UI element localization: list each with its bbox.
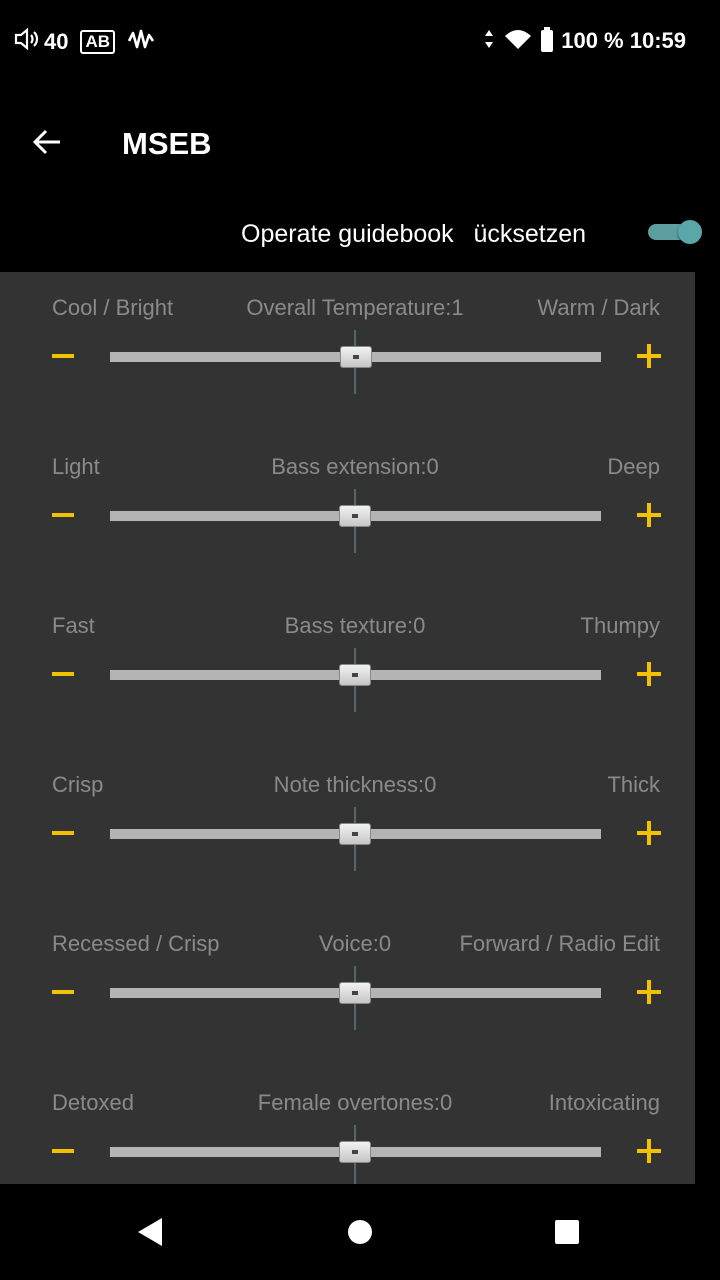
slider-list: Cool / Bright Overall Temperature:1 Warm… xyxy=(0,272,695,1184)
status-right: 4 100 % 10:59 xyxy=(483,27,686,55)
system-nav-bar xyxy=(0,1184,720,1280)
increase-button[interactable] xyxy=(637,821,661,845)
slider-thumb[interactable] xyxy=(340,346,372,368)
slider-bass-texture: Fast Bass texture:0 Thumpy xyxy=(0,590,695,740)
slider-value-label: Voice:0 xyxy=(318,931,392,956)
slider-value-label: Female overtones:0 xyxy=(257,1090,453,1115)
slider-right-label: Deep xyxy=(607,454,660,479)
slider-thumb[interactable] xyxy=(339,982,371,1004)
slider-value-label: Note thickness:0 xyxy=(273,772,437,797)
slider-right-label: Thick xyxy=(607,772,660,797)
decrease-button[interactable] xyxy=(52,990,74,994)
slider-value-label: Bass extension:0 xyxy=(271,454,439,479)
nav-home-icon[interactable] xyxy=(348,1220,372,1244)
slider-note-thickness: Crisp Note thickness:0 Thick xyxy=(0,749,695,899)
increase-button[interactable] xyxy=(637,503,661,527)
arrow-left-icon xyxy=(32,129,60,155)
slider-voice: Recessed / Crisp Voice:0 Forward / Radio… xyxy=(0,908,695,1058)
slider-thumb[interactable] xyxy=(339,1141,371,1163)
slider-thumb[interactable] xyxy=(339,664,371,686)
slider-right-label: Intoxicating xyxy=(548,1090,660,1115)
nav-recents-icon[interactable] xyxy=(555,1220,579,1244)
slider-right-label: Warm / Dark xyxy=(537,295,660,320)
svg-text:4: 4 xyxy=(522,42,528,50)
status-left: 40 AB xyxy=(14,27,155,56)
slider-right-label: Forward / Radio Edit xyxy=(459,931,660,956)
volume-level: 40 xyxy=(44,28,69,54)
increase-button[interactable] xyxy=(637,662,661,686)
decrease-button[interactable] xyxy=(52,672,74,676)
slider-thumb[interactable] xyxy=(339,505,371,527)
slider-right-label: Thumpy xyxy=(580,613,660,638)
slider-bass-extension: Light Bass extension:0 Deep xyxy=(0,431,695,581)
slider-overall-temperature: Cool / Bright Overall Temperature:1 Warm… xyxy=(0,272,695,422)
reset-button[interactable]: Zurücksetzen xyxy=(474,219,586,249)
slider-value-label: Overall Temperature:1 xyxy=(246,295,464,320)
page-title: MSEB xyxy=(122,126,212,161)
slider-left-label: Cool / Bright xyxy=(52,295,174,320)
enable-toggle[interactable] xyxy=(648,218,702,246)
slider-left-label: Fast xyxy=(52,613,95,638)
battery-icon xyxy=(541,27,554,52)
decrease-button[interactable] xyxy=(52,831,74,835)
decrease-button[interactable] xyxy=(52,513,74,517)
decrease-button[interactable] xyxy=(52,354,74,358)
ab-badge: AB xyxy=(80,29,116,54)
toggle-thumb xyxy=(678,220,702,244)
operate-guidebook-button[interactable]: Operate guidebook xyxy=(241,219,454,249)
increase-button[interactable] xyxy=(637,980,661,1004)
wifi-icon: 4 xyxy=(503,28,533,55)
slider-left-label: Detoxed xyxy=(52,1090,134,1115)
increase-button[interactable] xyxy=(637,1139,661,1163)
edge-strip xyxy=(695,272,720,1184)
status-bar: 40 AB 4 100 % 10:59 xyxy=(0,0,720,82)
slider-left-label: Crisp xyxy=(52,772,104,797)
decrease-button[interactable] xyxy=(52,1149,74,1153)
slider-thumb[interactable] xyxy=(339,823,371,845)
slider-left-label: Recessed / Crisp xyxy=(52,931,220,956)
battery-and-clock: 100 % 10:59 xyxy=(561,28,686,53)
increase-button[interactable] xyxy=(637,344,661,368)
waveform-icon xyxy=(127,27,155,56)
nav-back-icon[interactable] xyxy=(138,1218,162,1246)
slider-left-label: Light xyxy=(52,454,100,479)
slider-female-overtones: Detoxed Female overtones:0 Intoxicating xyxy=(0,1067,695,1184)
data-arrows-icon xyxy=(483,28,495,55)
volume-icon xyxy=(14,27,40,56)
toolbar-row: Operate guidebook Zurücksetzen xyxy=(0,210,720,272)
slider-value-label: Bass texture:0 xyxy=(284,613,426,638)
back-button[interactable] xyxy=(28,122,68,162)
app-bar: MSEB xyxy=(0,82,720,210)
